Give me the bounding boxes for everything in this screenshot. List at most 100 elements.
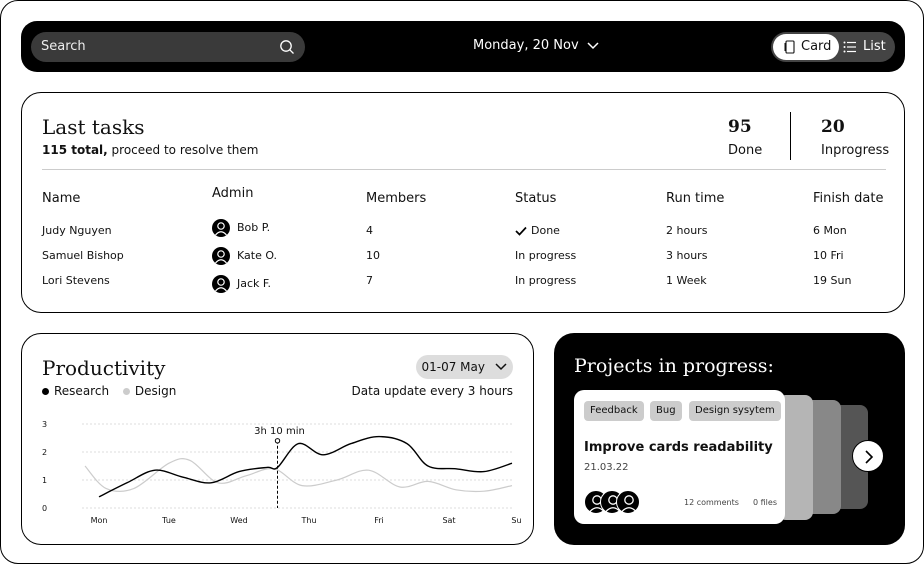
next-card-button[interactable] bbox=[852, 440, 884, 472]
x-tick-label: Thu bbox=[300, 516, 316, 525]
search-input[interactable]: Search bbox=[31, 32, 305, 62]
x-tick-label: Fri bbox=[374, 516, 384, 525]
stat-divider bbox=[790, 112, 791, 160]
y-tick-label: 0 bbox=[42, 504, 47, 513]
y-tick-label: 2 bbox=[42, 448, 47, 457]
x-tick-label: Sun bbox=[511, 516, 522, 525]
user-avatar-icon bbox=[212, 219, 230, 237]
date-label: Monday, 20 Nov bbox=[473, 38, 579, 53]
inprogress-label: Inprogress bbox=[821, 143, 890, 158]
list-view-label: List bbox=[863, 39, 886, 54]
view-toggle: Card List bbox=[771, 32, 895, 62]
chart-legend: Research Design bbox=[42, 384, 186, 398]
legend-research-label: Research bbox=[54, 384, 110, 398]
row-3-admin: Jack F. bbox=[212, 275, 271, 293]
legend-dot-design bbox=[122, 388, 130, 395]
admin-name: Bob P. bbox=[237, 221, 271, 234]
list-icon bbox=[843, 41, 856, 53]
card-view-label: Card bbox=[801, 39, 832, 54]
row-3-name[interactable]: Lori Stevens bbox=[42, 274, 110, 287]
date-range-selector[interactable]: 01-07 May bbox=[415, 355, 513, 379]
top-bar: Search Monday, 20 Nov Card List bbox=[21, 21, 905, 72]
project-card[interactable]: Feedback Bug Design sysytem Improve card… bbox=[574, 390, 785, 524]
x-tick-label: Tue bbox=[161, 516, 176, 525]
search-icon[interactable] bbox=[279, 39, 295, 55]
tasks-total-note: proceed to resolve them bbox=[107, 143, 259, 157]
admin-name: Jack F. bbox=[237, 277, 271, 290]
tasks-summary: 115 total, proceed to resolve them bbox=[42, 143, 258, 157]
row-1-admin: Bob P. bbox=[212, 219, 270, 237]
done-stat: 95 Done bbox=[728, 117, 762, 158]
row-1-status: Done bbox=[515, 224, 560, 237]
row-2-name[interactable]: Samuel Bishop bbox=[42, 249, 124, 262]
column-header-status[interactable]: Status bbox=[515, 191, 556, 206]
user-avatar-icon bbox=[616, 490, 640, 514]
project-date: 21.03.22 bbox=[584, 462, 629, 473]
row-2-status: In progress bbox=[515, 249, 577, 262]
marker-label: 3h 10 min bbox=[254, 426, 305, 437]
comments-count: 12 comments bbox=[684, 498, 739, 507]
last-tasks-panel: Last tasks 115 total, proceed to resolve… bbox=[21, 92, 905, 313]
x-tick-label: Mon bbox=[91, 516, 108, 525]
y-tick-label: 1 bbox=[42, 476, 47, 485]
row-3-runtime: 1 Week bbox=[666, 274, 707, 287]
productivity-chart: 0 1 2 3 Mon Tue Wed Thu Fri Sat Sun 3h 10 min bbox=[42, 420, 522, 525]
chevron-right-icon bbox=[865, 450, 874, 464]
admin-name: Kate O. bbox=[237, 249, 278, 262]
series-line-design bbox=[84, 458, 513, 493]
tag-chip[interactable]: Bug bbox=[650, 401, 682, 421]
tasks-title: Last tasks bbox=[42, 115, 145, 139]
row-3-finish: 19 Sun bbox=[813, 274, 852, 287]
inprogress-stat: 20 Inprogress bbox=[821, 117, 889, 158]
row-3-status: In progress bbox=[515, 274, 577, 287]
row-2-members: 10 bbox=[366, 249, 380, 262]
x-tick-label: Wed bbox=[230, 516, 247, 525]
productivity-title: Productivity bbox=[42, 356, 166, 380]
member-avatars bbox=[584, 490, 644, 516]
column-header-finish-date[interactable]: Finish date bbox=[813, 191, 883, 206]
row-2-runtime: 3 hours bbox=[666, 249, 708, 262]
chevron-down-icon bbox=[495, 363, 507, 371]
user-avatar-icon bbox=[212, 275, 230, 293]
legend-research[interactable]: Research bbox=[42, 384, 109, 398]
y-tick-label: 3 bbox=[42, 420, 47, 429]
row-2-admin: Kate O. bbox=[212, 247, 277, 265]
row-2-finish: 10 Fri bbox=[813, 249, 844, 262]
app-frame: Search Monday, 20 Nov Card List Last tas… bbox=[0, 0, 924, 564]
list-view-button[interactable]: List bbox=[843, 34, 895, 60]
done-count: 95 bbox=[728, 117, 752, 137]
card-icon bbox=[784, 40, 795, 54]
row-1-finish: 6 Mon bbox=[813, 224, 847, 237]
search-placeholder: Search bbox=[41, 39, 86, 54]
done-label: Done bbox=[728, 143, 763, 158]
inprogress-count: 20 bbox=[821, 117, 845, 137]
project-title: Improve cards readability bbox=[584, 440, 773, 455]
projects-title: Projects in progress: bbox=[574, 355, 774, 377]
row-1-runtime: 2 hours bbox=[666, 224, 708, 237]
files-count: 0 files bbox=[753, 498, 777, 507]
column-header-name[interactable]: Name bbox=[42, 191, 80, 206]
legend-design-label: Design bbox=[134, 384, 177, 398]
card-view-button[interactable]: Card bbox=[773, 34, 839, 60]
row-1-members: 4 bbox=[366, 224, 373, 237]
row-1-name[interactable]: Judy Nguyen bbox=[42, 224, 112, 237]
column-header-admin[interactable]: Admin bbox=[212, 186, 253, 201]
column-header-runtime[interactable]: Run time bbox=[666, 191, 724, 206]
tag-chip[interactable]: Design sysytem bbox=[689, 401, 781, 421]
date-selector[interactable]: Monday, 20 Nov bbox=[473, 38, 599, 53]
chevron-down-icon bbox=[587, 41, 599, 49]
header-divider bbox=[42, 169, 886, 170]
tag-chip[interactable]: Feedback bbox=[584, 401, 644, 421]
check-icon bbox=[515, 226, 527, 236]
marker-point bbox=[274, 438, 281, 444]
status-text: Done bbox=[531, 224, 560, 237]
update-note: Data update every 3 hours bbox=[351, 384, 513, 398]
date-range-label: 01-07 May bbox=[421, 360, 486, 374]
projects-panel: Projects in progress: Feedback Bug Desig… bbox=[554, 333, 905, 545]
column-header-members[interactable]: Members bbox=[366, 191, 426, 206]
legend-design[interactable]: Design bbox=[122, 384, 177, 398]
row-3-members: 7 bbox=[366, 274, 373, 287]
tasks-total: 115 total, bbox=[42, 143, 108, 157]
legend-dot-research bbox=[42, 388, 49, 395]
x-tick-label: Sat bbox=[442, 516, 455, 525]
